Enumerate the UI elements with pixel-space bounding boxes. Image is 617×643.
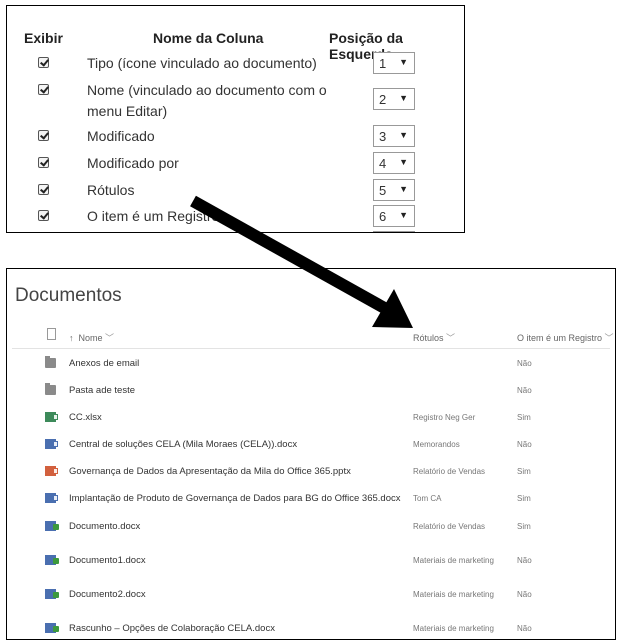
- item-tag: Memorandos: [413, 440, 460, 449]
- dropdown-arrow-icon: ▼: [399, 57, 408, 67]
- sort-up-icon: ↑: [69, 333, 74, 343]
- word-icon: [45, 493, 58, 503]
- column-name: O item é um Registro: [87, 208, 220, 224]
- column-name: Modificado por: [87, 155, 179, 171]
- item-name[interactable]: Anexos de email: [69, 358, 139, 369]
- show-checkbox[interactable]: [38, 210, 49, 221]
- item-tag: Materiais de marketing: [413, 590, 494, 599]
- item-name[interactable]: Documento.docx: [69, 521, 140, 532]
- item-record: Não: [517, 386, 532, 395]
- folder-icon: [45, 356, 56, 368]
- word-record-icon: [45, 521, 59, 531]
- header-show: Exibir: [24, 30, 63, 46]
- item-tag: Tom CA: [413, 494, 442, 503]
- column-header-record[interactable]: O item é um Registro ﹀: [517, 331, 614, 344]
- show-checkbox[interactable]: [38, 157, 49, 168]
- item-record: Sim: [517, 522, 531, 531]
- item-record: Sim: [517, 413, 531, 422]
- column-settings-panel: Exibir Nome da Coluna Posição da Esquerd…: [6, 5, 465, 233]
- column-header-name[interactable]: ↑ Nome ﹀: [69, 331, 114, 344]
- chevron-down-icon: ﹀: [604, 333, 614, 343]
- item-record: Não: [517, 556, 532, 565]
- position-select[interactable]: 6 ▼: [373, 205, 415, 227]
- excel-icon: [45, 412, 58, 422]
- header-divider: [12, 348, 610, 349]
- document-library: Documentos ↑ Nome ﹀ Rótulos ﹀ O item é u…: [6, 268, 616, 640]
- dropdown-arrow-icon: ▼: [399, 130, 408, 140]
- word-icon: [45, 439, 58, 449]
- item-name[interactable]: Documento1.docx: [69, 555, 146, 566]
- folder-icon: [45, 383, 56, 395]
- position-select[interactable]: 3 ▼: [373, 125, 415, 147]
- header-column-name: Nome da Coluna: [153, 30, 264, 46]
- word-record-icon: [45, 623, 59, 633]
- dropdown-arrow-icon: ▼: [399, 157, 408, 167]
- position-select[interactable]: 2 ▼: [373, 88, 415, 110]
- dropdown-arrow-icon: ▼: [399, 184, 408, 194]
- library-title: Documentos: [15, 285, 122, 306]
- powerpoint-icon: [45, 466, 58, 476]
- item-tag: Relatório de Vendas: [413, 522, 486, 531]
- word-record-icon: [45, 555, 59, 565]
- dropdown-arrow-icon: ▼: [399, 93, 408, 103]
- file-type-header-icon[interactable]: [47, 328, 56, 340]
- item-record: Sim: [517, 467, 531, 476]
- item-name[interactable]: Rascunho – Opções de Colaboração CELA.do…: [69, 623, 275, 634]
- item-record: Sim: [517, 494, 531, 503]
- item-name[interactable]: CC.xlsx: [69, 412, 102, 423]
- chevron-down-icon: ﹀: [446, 333, 456, 343]
- item-name[interactable]: Pasta ade teste: [69, 385, 135, 396]
- item-tag: Materiais de marketing: [413, 624, 494, 633]
- item-record: Não: [517, 624, 532, 633]
- position-select-partial: [373, 231, 415, 232]
- item-tag: Registro Neg Ger: [413, 413, 476, 422]
- position-select[interactable]: 5 ▼: [373, 179, 415, 201]
- item-name[interactable]: Implantação de Produto de Governança de …: [69, 493, 400, 504]
- column-name: Modificado: [87, 128, 155, 144]
- show-checkbox[interactable]: [38, 130, 49, 141]
- item-record: Não: [517, 590, 532, 599]
- item-tag: Materiais de marketing: [413, 556, 494, 565]
- word-record-icon: [45, 589, 59, 599]
- column-name: Rótulos: [87, 182, 135, 198]
- column-header-tags[interactable]: Rótulos ﹀: [413, 331, 455, 344]
- column-name: Nome (vinculado ao documento com o menu …: [87, 82, 327, 119]
- item-name[interactable]: Governança de Dados da Apresentação da M…: [69, 466, 351, 477]
- item-name[interactable]: Central de soluções CELA (Mila Moraes (C…: [69, 439, 297, 450]
- chevron-down-icon: ﹀: [105, 333, 115, 343]
- show-checkbox[interactable]: [38, 57, 49, 68]
- show-checkbox[interactable]: [38, 184, 49, 195]
- column-name: Tipo (ícone vinculado ao documento): [87, 55, 317, 71]
- item-record: Não: [517, 440, 532, 449]
- dropdown-arrow-icon: ▼: [399, 210, 408, 220]
- position-select[interactable]: 1 ▼: [373, 52, 415, 74]
- item-tag: Relatório de Vendas: [413, 467, 486, 476]
- item-record: Não: [517, 359, 532, 368]
- show-checkbox[interactable]: [38, 84, 49, 95]
- position-select[interactable]: 4 ▼: [373, 152, 415, 174]
- item-name[interactable]: Documento2.docx: [69, 589, 146, 600]
